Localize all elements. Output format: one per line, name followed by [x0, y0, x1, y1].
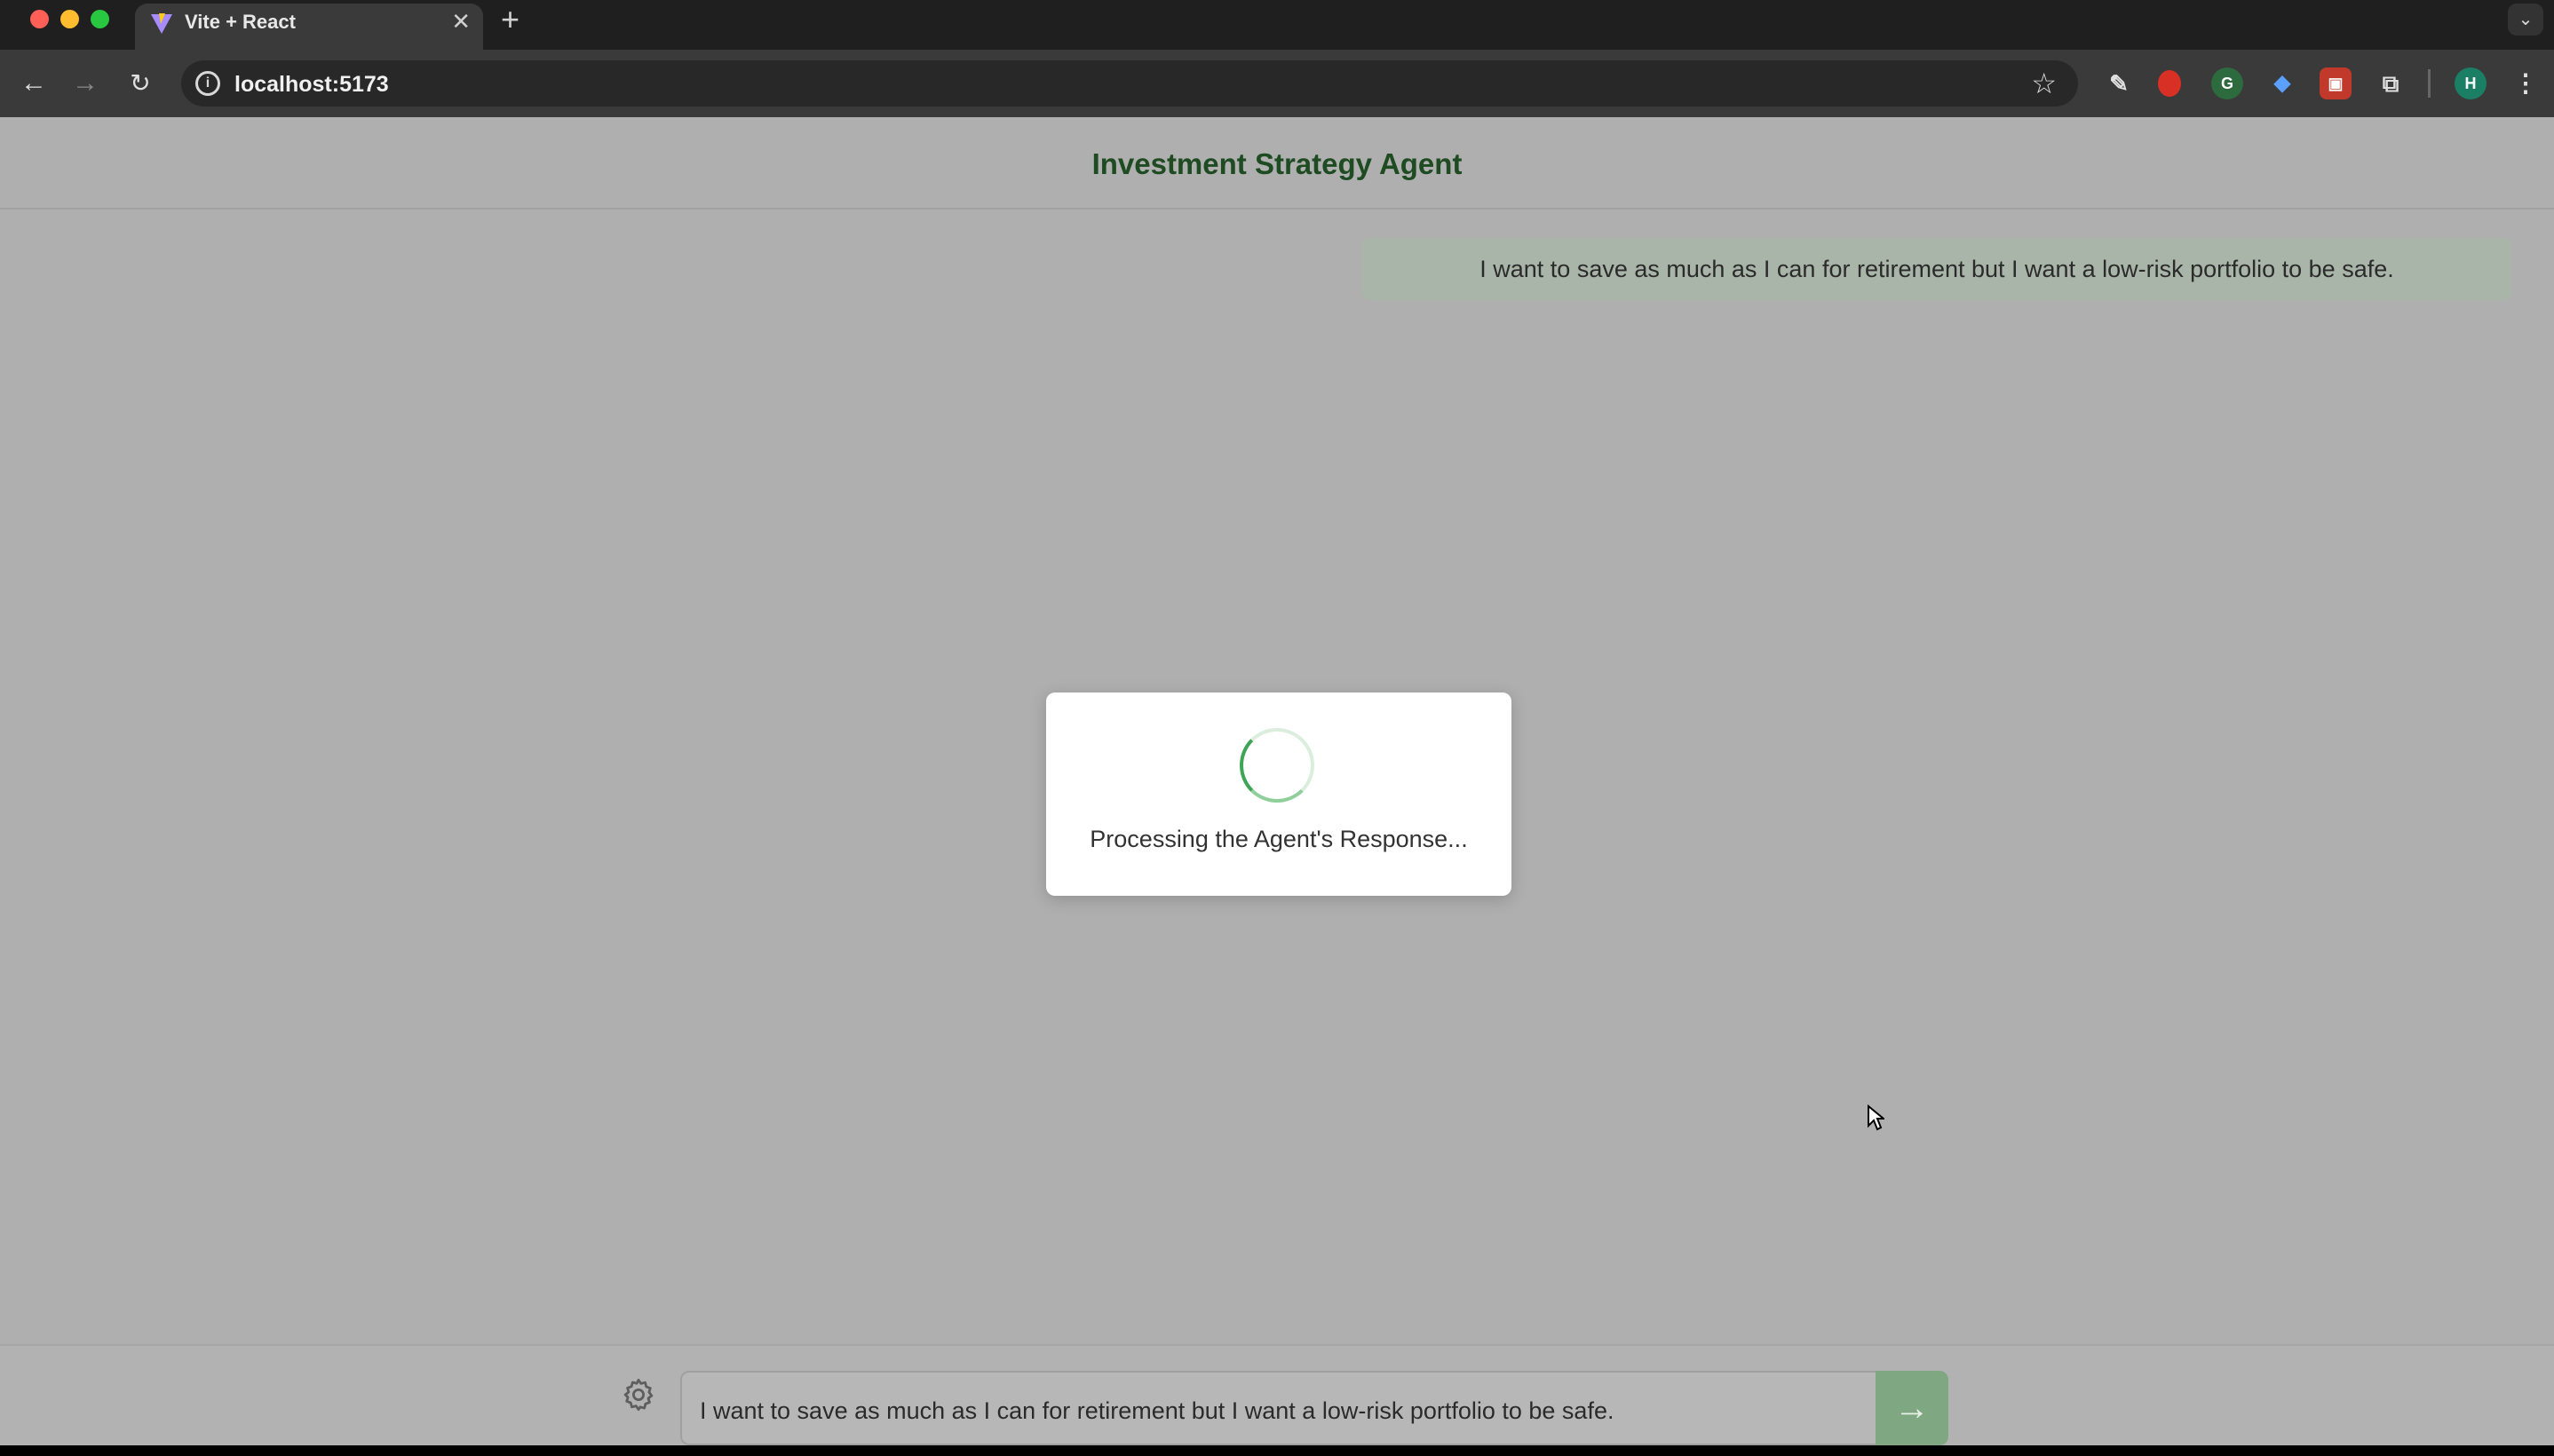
app-header: Investment Strategy Agent	[0, 117, 2554, 210]
new-tab-button[interactable]: +	[501, 2, 520, 37]
minimize-window-button[interactable]	[60, 10, 79, 28]
app-page: Investment Strategy Agent I want to save…	[0, 117, 2554, 1445]
reload-icon[interactable]: ↻	[124, 67, 156, 99]
extensions-puzzle-icon[interactable]: ⧉	[2375, 67, 2407, 99]
processing-text: Processing the Agent's Response...	[1090, 826, 1468, 852]
browser-toolbar: ← → ↻ i localhost:5173 ☆ ✎ G ◆ ▣ ⧉ H ⋮	[0, 50, 2554, 117]
url-text: localhost:5173	[234, 72, 389, 97]
site-info-icon[interactable]: i	[195, 71, 220, 96]
browser-tab-bar: Vite + React ✕ + ⌄	[0, 0, 2554, 50]
back-arrow-icon[interactable]: ←	[18, 67, 50, 99]
tab-close-icon[interactable]: ✕	[451, 9, 471, 34]
vite-logo-icon	[151, 13, 172, 34]
mouse-cursor-icon	[1868, 1104, 1884, 1131]
loading-spinner-icon	[1240, 728, 1314, 803]
tab-title: Vite + React	[185, 11, 296, 33]
bookmark-star-icon[interactable]: ☆	[2031, 67, 2057, 99]
tab-search-chevron-icon[interactable]: ⌄	[2508, 4, 2543, 36]
maximize-window-button[interactable]	[91, 10, 109, 28]
send-button[interactable]: →	[1876, 1371, 1948, 1445]
profile-avatar[interactable]: H	[2455, 67, 2487, 99]
forward-arrow-icon[interactable]: →	[69, 67, 101, 99]
browser-tab[interactable]: Vite + React ✕	[135, 4, 483, 50]
user-message-bubble: I want to save as much as I can for reti…	[1362, 238, 2511, 300]
message-input-text: I want to save as much as I can for reti…	[700, 1397, 1614, 1424]
screen-bottom-edge	[0, 1445, 2554, 1456]
close-window-button[interactable]	[30, 10, 49, 28]
processing-modal: Processing the Agent's Response...	[1046, 692, 1511, 896]
toolbar-divider	[2428, 69, 2431, 98]
gem-extension-icon[interactable]: ◆	[2266, 67, 2298, 99]
chat-composer: I want to save as much as I can for reti…	[0, 1344, 2554, 1445]
user-message-text: I want to save as much as I can for reti…	[1479, 256, 2394, 282]
message-input[interactable]: I want to save as much as I can for reti…	[680, 1371, 1877, 1445]
red-square-extension-icon[interactable]: ▣	[2320, 67, 2352, 99]
address-bar[interactable]: i localhost:5173 ☆	[181, 60, 2078, 107]
page-title: Investment Strategy Agent	[1091, 147, 1463, 180]
browser-menu-icon[interactable]: ⋮	[2510, 67, 2542, 99]
grammarly-extension-icon[interactable]: G	[2211, 67, 2243, 99]
eyedropper-extension-icon[interactable]: ✎	[2103, 67, 2135, 99]
gear-icon[interactable]	[620, 1376, 657, 1413]
red-extension-icon[interactable]	[2158, 70, 2181, 97]
